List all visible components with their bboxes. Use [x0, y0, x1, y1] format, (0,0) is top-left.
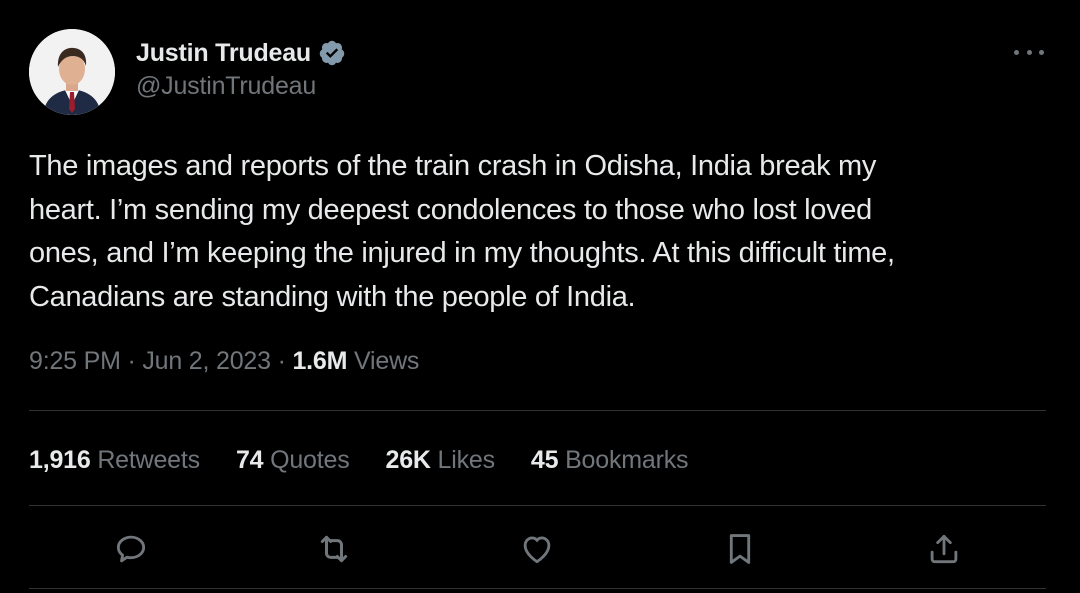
- stat-likes[interactable]: 26K Likes: [385, 445, 496, 475]
- share-button[interactable]: [920, 525, 968, 573]
- stat-label: Bookmarks: [565, 445, 689, 474]
- stat-quotes[interactable]: 74 Quotes: [236, 446, 350, 475]
- stat-retweets[interactable]: 1,916 Retweets: [29, 446, 200, 475]
- stat-count: 45: [530, 445, 559, 474]
- engagement-stats: 1,916 Retweets 74 Quotes 26K Likes 45 Bo…: [29, 443, 724, 477]
- like-icon: [523, 536, 551, 564]
- retweet-button[interactable]: [310, 525, 358, 573]
- tweet-text-line: Canadians are standing with the people o…: [29, 280, 636, 313]
- bookmark-button[interactable]: [716, 525, 764, 573]
- more-dot: [1039, 49, 1044, 55]
- divider: [29, 410, 1046, 411]
- more-dot: [1026, 49, 1032, 55]
- action-bar: [0, 525, 1080, 573]
- tweet-date[interactable]: Jun 2, 2023: [142, 347, 271, 375]
- like-button[interactable]: [513, 525, 561, 573]
- meta-separator: ·: [127, 347, 136, 375]
- stat-label: Retweets: [97, 445, 200, 474]
- reply-button[interactable]: [107, 525, 155, 573]
- stat-label: Quotes: [270, 445, 350, 474]
- more-options-icon[interactable]: [1014, 42, 1044, 62]
- tweet-text-line: ones, and I’m keeping the injured in my …: [29, 237, 895, 269]
- author-handle[interactable]: @JustinTrudeau: [136, 72, 316, 101]
- meta-separator: ·: [277, 347, 286, 375]
- tweet-time[interactable]: 9:25 PM: [29, 347, 121, 375]
- tweet-metadata: 9:25 PM · Jun 2, 2023 · 1.6M Views: [29, 347, 419, 376]
- stat-bookmarks[interactable]: 45 Bookmarks: [530, 445, 689, 475]
- bookmark-icon: [729, 534, 751, 564]
- share-icon: [930, 534, 958, 564]
- author-name-row: Justin Trudeau: [136, 36, 346, 70]
- avatar-image: [29, 29, 115, 115]
- author-display-name[interactable]: Justin Trudeau: [136, 39, 311, 68]
- stat-count: 26K: [385, 445, 431, 474]
- tweet-text-line: The images and reports of the train cras…: [29, 150, 877, 182]
- views-count: 1.6M: [292, 347, 348, 375]
- avatar[interactable]: [29, 29, 115, 115]
- more-dot: [1014, 49, 1019, 55]
- stat-label: Likes: [437, 445, 496, 474]
- divider: [29, 505, 1046, 506]
- tweet-text: The images and reports of the train cras…: [29, 145, 1039, 319]
- stat-count: 1,916: [29, 445, 91, 474]
- reply-icon: [116, 535, 146, 563]
- stat-count: 74: [235, 445, 264, 474]
- views-label: Views: [353, 347, 420, 375]
- tweet-detail: Justin Trudeau @JustinTrudeau The images…: [0, 0, 1080, 593]
- divider: [29, 588, 1046, 589]
- verified-badge-icon: [318, 39, 346, 67]
- retweet-icon: [320, 535, 348, 563]
- tweet-text-line: heart. I’m sending my deepest condolence…: [29, 193, 872, 226]
